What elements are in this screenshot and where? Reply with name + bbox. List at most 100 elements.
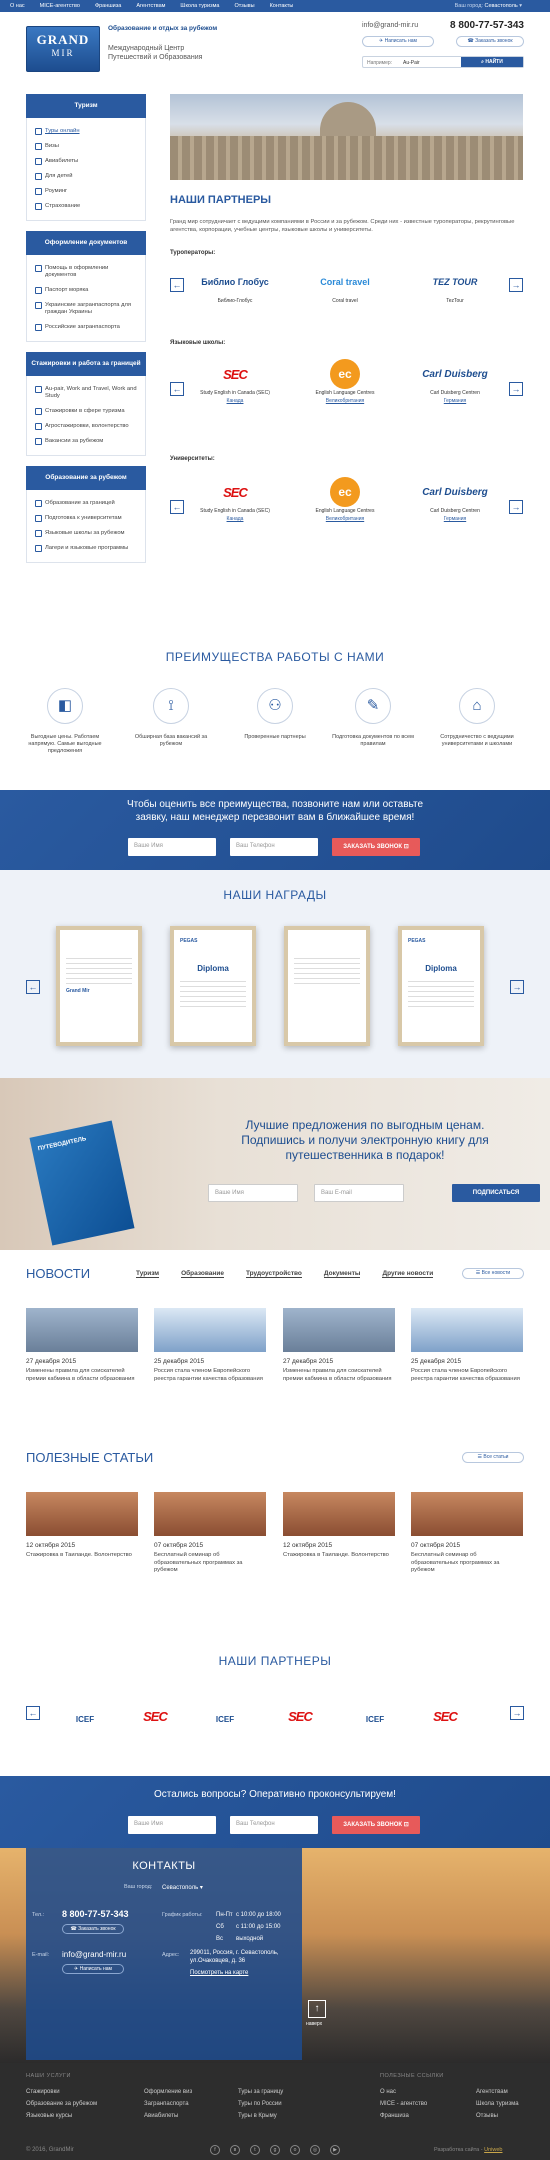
sidebar-item[interactable]: Лагери и языковые программы [35,541,137,556]
email-input[interactable]: Ваш E-mail [314,1184,404,1202]
partner-logo[interactable]: SEC [420,1695,470,1735]
top-menu-item[interactable]: Отзывы [234,3,254,9]
footer-link[interactable]: Туры в Крыму [238,2113,277,2119]
write-us-button[interactable]: ✈ Написать нам [62,1964,124,1974]
arrow-right-icon[interactable]: → [509,278,523,292]
arrow-left-icon[interactable]: ← [170,278,184,292]
twitter-icon[interactable]: t [250,2145,260,2155]
search-input[interactable]: Au-Pair [403,60,420,66]
footer-link[interactable]: Франшиза [380,2113,409,2119]
partner-logo[interactable]: Библио Глобус Библио-Глобус [190,268,280,304]
partner-logo[interactable]: SEC [130,1695,180,1735]
order-call-button[interactable]: ☎ Заказать звонок [456,36,524,47]
sidebar-item[interactable]: Роуминг [35,184,137,199]
partner-logo[interactable]: Carl Duisberg Carl Duisberg Centren Герман… [410,360,500,405]
sidebar-item[interactable]: Российские загранпаспорта [35,320,137,335]
sidebar-item[interactable]: Стажировки в сфере туризма [35,404,137,419]
odnoklassniki-icon[interactable]: о [290,2145,300,2155]
subscribe-button[interactable]: ПОДПИСАТЬСЯ [452,1184,540,1202]
scroll-up-button[interactable]: ↑ [308,2000,326,2018]
arrow-left-icon[interactable]: ← [170,500,184,514]
award-diploma[interactable]: PEGAS Diploma [170,926,256,1046]
footer-link[interactable]: О нас [380,2089,396,2095]
footer-link[interactable]: Школа туризма [476,2101,519,2107]
footer-link[interactable]: Загранпаспорта [144,2101,189,2107]
contacts-email[interactable]: info@grand-mir.ru [62,1950,126,1959]
news-card[interactable]: 27 декабря 2015 Изменены правила для соис… [283,1308,395,1383]
tab-documents[interactable]: Документы [323,1270,361,1278]
sidebar-item[interactable]: Страхование [35,199,137,214]
sidebar-item[interactable]: Визы [35,139,137,154]
sidebar-item[interactable]: Языковые школы за рубежом [35,526,137,541]
article-card[interactable]: 07 октября 2015 Бесплатный семинар об обр… [411,1492,523,1575]
top-menu-item[interactable]: Контакты [270,3,294,9]
footer-link[interactable]: Туры по России [238,2101,282,2107]
sidebar-item[interactable]: Для детей [35,169,137,184]
footer-link[interactable]: Авиабилеты [144,2113,178,2119]
top-menu-item[interactable]: Школа туризма [180,3,219,9]
top-menu-item[interactable]: Агентствам [136,3,165,9]
article-card[interactable]: 12 октября 2015 Стажировка в Таиланде. Во… [283,1492,395,1560]
footer-link[interactable]: Отзывы [476,2113,498,2119]
instagram-icon[interactable]: ◎ [310,2145,320,2155]
arrow-right-icon[interactable]: → [509,500,523,514]
name-input[interactable]: Ваше Имя [128,1816,216,1834]
tab-tourism[interactable]: Туризм [136,1270,160,1278]
partner-logo[interactable]: TEZ TOUR TezTour [410,268,500,304]
sidebar-item[interactable]: Подготовка к университетам [35,511,137,526]
order-call-button[interactable]: ☎ Заказать звонок [62,1924,124,1934]
arrow-right-icon[interactable]: → [510,1706,524,1720]
partner-logo[interactable]: ICEF [200,1695,250,1735]
phone-input[interactable]: Ваш Телефон [230,1816,318,1834]
order-call-submit[interactable]: ЗАКАЗАТЬ ЗВОНОК ⊡ [332,838,420,856]
sidebar-item[interactable]: Туры онлайн [35,124,137,139]
partner-logo[interactable]: SEC Study English in Canada (SEC) Канада [190,478,280,522]
vk-icon[interactable]: в [230,2145,240,2155]
tab-other[interactable]: Другие новости [382,1270,434,1278]
news-card[interactable]: 27 декабря 2015 Изменены правила для соис… [26,1308,138,1383]
top-menu-item[interactable]: Франшиза [95,3,121,9]
header-email[interactable]: info@grand-mir.ru [362,22,418,29]
partner-logo[interactable]: Coral travel Coral travel [300,268,390,304]
all-articles-button[interactable]: ☰ Все статьи [462,1452,524,1463]
name-input[interactable]: Ваше Имя [128,838,216,856]
contacts-phone[interactable]: 8 800-77-57-343 [62,1909,129,1919]
sidebar-item[interactable]: Помощь в оформлении документов [35,261,137,283]
footer-link[interactable]: Образование за рубежом [26,2101,97,2107]
tab-employment[interactable]: Трудоустройство [245,1270,302,1278]
partner-logo[interactable]: Carl Duisberg Carl Duisberg Centren Герман… [410,478,500,523]
sidebar-item[interactable]: Украинские загранпаспорта для граждан Ук… [35,298,137,320]
partner-logo[interactable]: ICEF [60,1695,110,1735]
award-diploma[interactable]: PEGAS Diploma [398,926,484,1046]
sidebar-item[interactable]: Образование за границей [35,496,137,511]
google-plus-icon[interactable]: g [270,2145,280,2155]
article-card[interactable]: 07 октября 2015 Бесплатный семинар об обр… [154,1492,266,1575]
footer-link[interactable]: Оформление виз [144,2089,192,2095]
footer-link[interactable]: Стажировки [26,2089,60,2095]
sidebar-item[interactable]: Паспорт моряка [35,283,137,298]
youtube-icon[interactable]: ▶ [330,2145,340,2155]
tab-education[interactable]: Образование [181,1270,224,1278]
order-call-submit[interactable]: ЗАКАЗАТЬ ЗВОНОК ⊡ [332,1816,420,1834]
partner-logo[interactable]: SEC [275,1695,325,1735]
city-selector[interactable]: Ваш город: Севастополь ▾ [455,3,522,9]
phone-input[interactable]: Ваш Телефон [230,838,318,856]
write-us-button[interactable]: ✈ Написать нам [362,36,434,47]
footer-link[interactable]: Агентствам [476,2089,508,2095]
arrow-right-icon[interactable]: → [510,980,524,994]
award-diploma[interactable] [284,926,370,1046]
footer-link[interactable]: Туры за границу [238,2089,283,2095]
developer-link[interactable]: Uniweb [484,2147,502,2153]
map-link[interactable]: Посмотреть на карте [190,1970,248,1976]
partner-logo[interactable]: SEC Study English in Canada (SEC) Канада [190,360,280,404]
article-card[interactable]: 12 октября 2015 Стажировка в Таиланде. Во… [26,1492,138,1560]
arrow-left-icon[interactable]: ← [26,980,40,994]
name-input[interactable]: Ваше Имя [208,1184,298,1202]
footer-link[interactable]: Языковые курсы [26,2113,72,2119]
sidebar-item[interactable]: Авиабилеты [35,154,137,169]
arrow-left-icon[interactable]: ← [170,382,184,396]
all-news-button[interactable]: ☰ Все новости [462,1268,524,1279]
search-button[interactable]: ⌕ НАЙТИ [461,57,523,67]
partner-logo[interactable]: ec English Language Centres Великобритания [300,359,390,404]
award-diploma[interactable]: Grand Mir [56,926,142,1046]
